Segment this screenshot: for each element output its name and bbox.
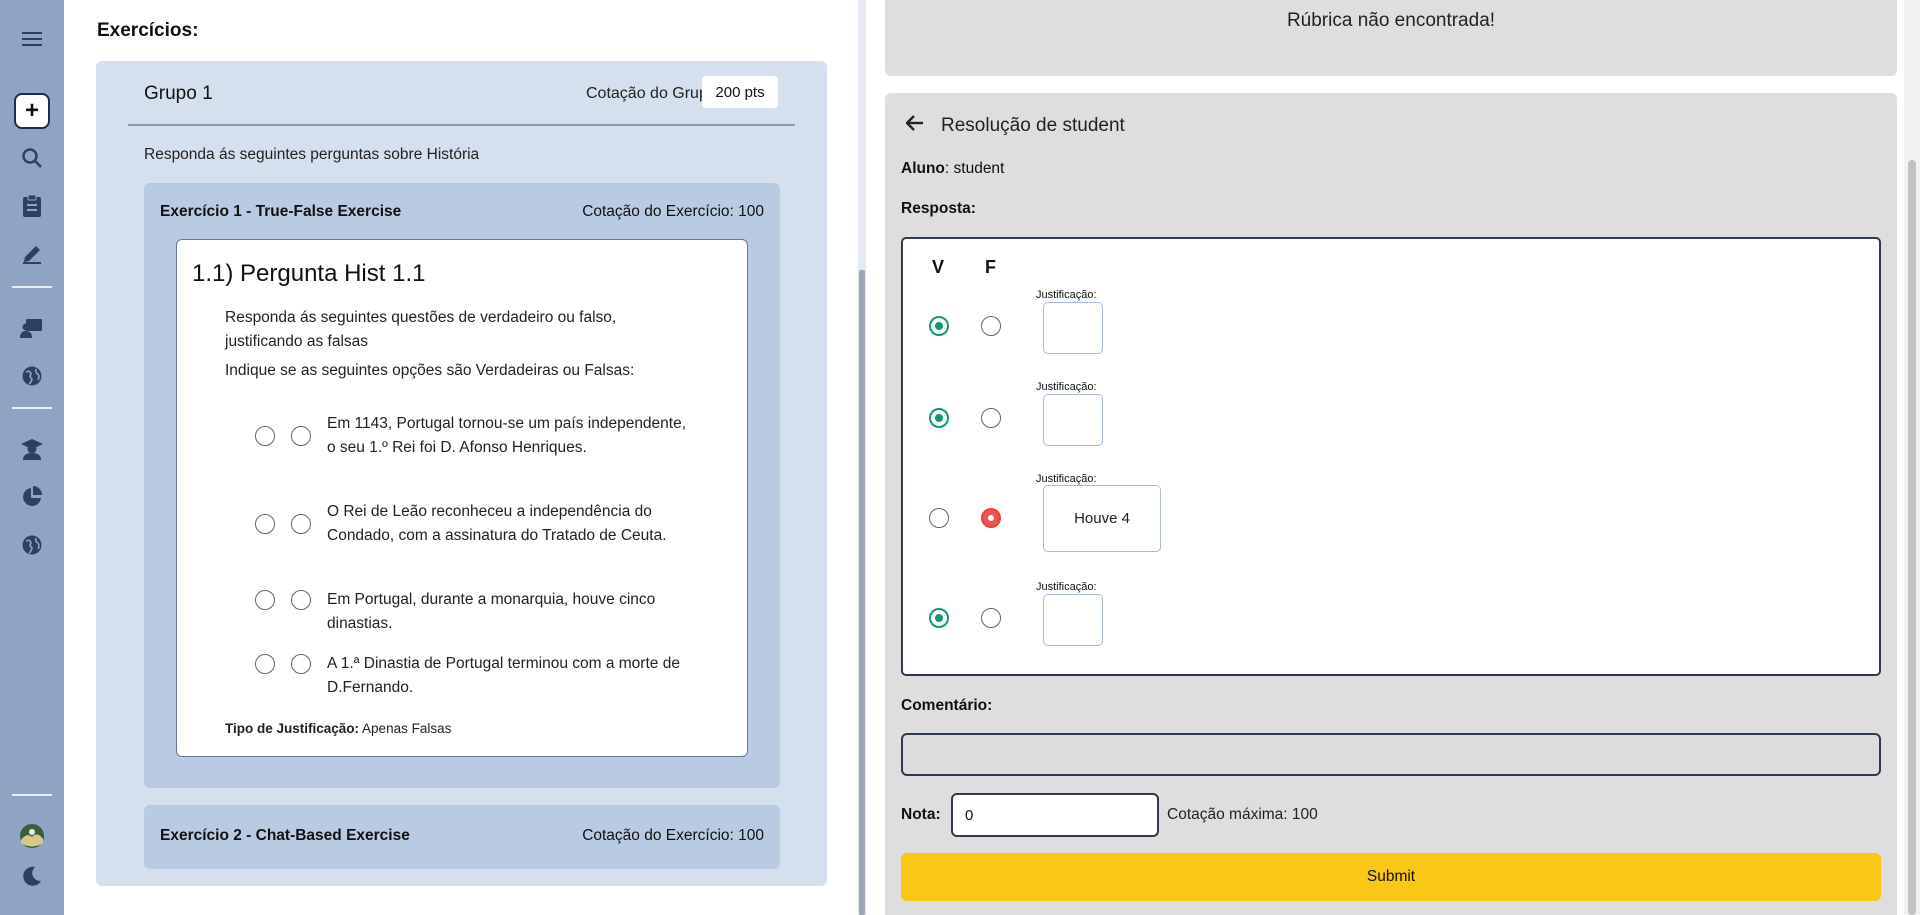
false-radio[interactable] <box>291 426 311 446</box>
panel-splitter[interactable] <box>858 0 866 915</box>
student-name: : student <box>944 160 1005 177</box>
sidebar-divider <box>12 794 52 796</box>
true-radio[interactable] <box>255 514 275 534</box>
menu-icon[interactable] <box>15 22 49 56</box>
exercise-cotacao: Cotação do Exercício: 100 <box>582 203 764 220</box>
max-grade-text: Cotação máxima: 100 <box>1167 806 1318 823</box>
moon-icon[interactable] <box>15 859 49 893</box>
justification-label: Justificação: <box>1036 581 1097 593</box>
false-radio[interactable] <box>981 408 1001 428</box>
false-radio-selected[interactable] <box>981 508 1001 528</box>
justification-field[interactable]: Houve 4 <box>1043 485 1161 552</box>
false-radio[interactable] <box>981 316 1001 336</box>
true-radio-selected[interactable] <box>929 408 949 428</box>
group-divider <box>128 124 795 126</box>
back-arrow-icon[interactable] <box>905 114 924 137</box>
false-radio[interactable] <box>981 608 1001 628</box>
resolution-card: Resolução de student Aluno: student Resp… <box>885 93 1897 915</box>
grade-label: Nota: <box>901 806 941 823</box>
sidebar-divider <box>12 407 52 409</box>
exercise-card[interactable]: Exercício 2 - Chat-Based Exercise Cotaçã… <box>144 805 780 869</box>
globe-icon[interactable] <box>15 528 49 562</box>
pie-chart-icon[interactable] <box>15 480 49 514</box>
true-radio-selected[interactable] <box>929 316 949 336</box>
exercise-title: Exercício 1 - True-False Exercise <box>160 203 402 220</box>
false-header: F <box>985 257 996 277</box>
right-scrollbar[interactable] <box>1904 0 1920 915</box>
exercise-cotacao: Cotação do Exercício: 100 <box>582 827 764 844</box>
justification-label: Justificação: <box>1036 473 1097 485</box>
group-description: Responda ás seguintes perguntas sobre Hi… <box>144 146 480 163</box>
question-card: 1.1) Pergunta Hist 1.1 Responda ás segui… <box>176 239 748 757</box>
exercises-panel: Exercícios: Grupo 1 Cotação do Grupo: 20… <box>64 0 858 915</box>
pencil-icon[interactable] <box>15 237 49 271</box>
group-cotacao-field[interactable]: 200 pts <box>702 76 778 108</box>
false-radio[interactable] <box>291 590 311 610</box>
page-title: Exercícios: <box>97 20 199 41</box>
justification-field[interactable] <box>1043 394 1103 446</box>
clipboard-icon[interactable] <box>15 189 49 223</box>
false-radio[interactable] <box>291 654 311 674</box>
rubric-box: Rúbrica não encontrada! <box>885 0 1897 76</box>
question-text: Responda ás seguintes questões de verdad… <box>225 309 617 350</box>
true-radio[interactable] <box>255 590 275 610</box>
justification-type-label: Tipo de Justificação: <box>225 721 360 736</box>
option-text: O Rei de Leão reconheceu a independência… <box>327 503 667 544</box>
group-card: Grupo 1 Cotação do Grupo: 200 pts Respon… <box>96 61 827 886</box>
justification-field[interactable] <box>1043 594 1103 646</box>
group-cotacao-label: Cotação do Grupo: <box>586 85 722 102</box>
comment-field[interactable] <box>901 733 1881 776</box>
add-button[interactable]: + <box>14 93 50 129</box>
student-info: Aluno: student <box>901 160 1004 178</box>
false-radio[interactable] <box>291 514 311 534</box>
resolution-panel: Rúbrica não encontrada! Resolução de stu… <box>866 0 1920 915</box>
avatar[interactable] <box>15 819 49 853</box>
justification-type: Tipo de Justificação: Apenas Falsas <box>225 721 451 736</box>
option-text: Em 1143, Portugal tornou-se um país inde… <box>327 415 687 456</box>
submit-button[interactable]: Submit <box>901 853 1881 901</box>
true-radio[interactable] <box>929 508 949 528</box>
true-header: V <box>932 257 945 277</box>
justification-field[interactable] <box>1043 302 1103 354</box>
search-icon[interactable] <box>15 141 49 175</box>
option-text: A 1.ª Dinastia de Portugal terminou com … <box>327 655 680 696</box>
justification-type-value: Apenas Falsas <box>362 721 452 736</box>
sidebar-divider <box>12 286 52 288</box>
left-scrollbar-thumb[interactable] <box>859 270 865 915</box>
comment-label: Comentário: <box>901 697 993 714</box>
rubric-message: Rúbrica não encontrada! <box>1286 10 1496 31</box>
grade-input[interactable]: 0 <box>951 793 1159 837</box>
sidebar: + <box>0 0 64 915</box>
exercise-title: Exercício 2 - Chat-Based Exercise <box>160 827 410 844</box>
group-title: Grupo 1 <box>144 83 213 104</box>
question-title: 1.1) Pergunta Hist 1.1 <box>192 260 426 287</box>
justification-label: Justificação: <box>1036 289 1097 301</box>
right-scrollbar-thumb[interactable] <box>1908 160 1916 915</box>
teacher-icon[interactable] <box>15 311 49 345</box>
true-radio[interactable] <box>255 654 275 674</box>
question-instruction: Indique se as seguintes opções são Verda… <box>225 362 635 379</box>
student-label: Aluno <box>901 160 945 177</box>
answer-label: Resposta: <box>901 200 976 217</box>
answer-box: V F Justificação: Justificação: Justific… <box>901 237 1881 676</box>
plus-icon: + <box>24 97 39 124</box>
exercise-card[interactable]: Exercício 1 - True-False Exercise Cotaçã… <box>144 183 780 788</box>
student-icon[interactable] <box>15 432 49 466</box>
true-radio[interactable] <box>255 426 275 446</box>
option-text: Em Portugal, durante a monarquia, houve … <box>327 591 656 632</box>
true-radio-selected[interactable] <box>929 608 949 628</box>
resolution-title: Resolução de student <box>941 115 1125 136</box>
globe-icon[interactable] <box>15 359 49 393</box>
justification-label: Justificação: <box>1036 381 1097 393</box>
